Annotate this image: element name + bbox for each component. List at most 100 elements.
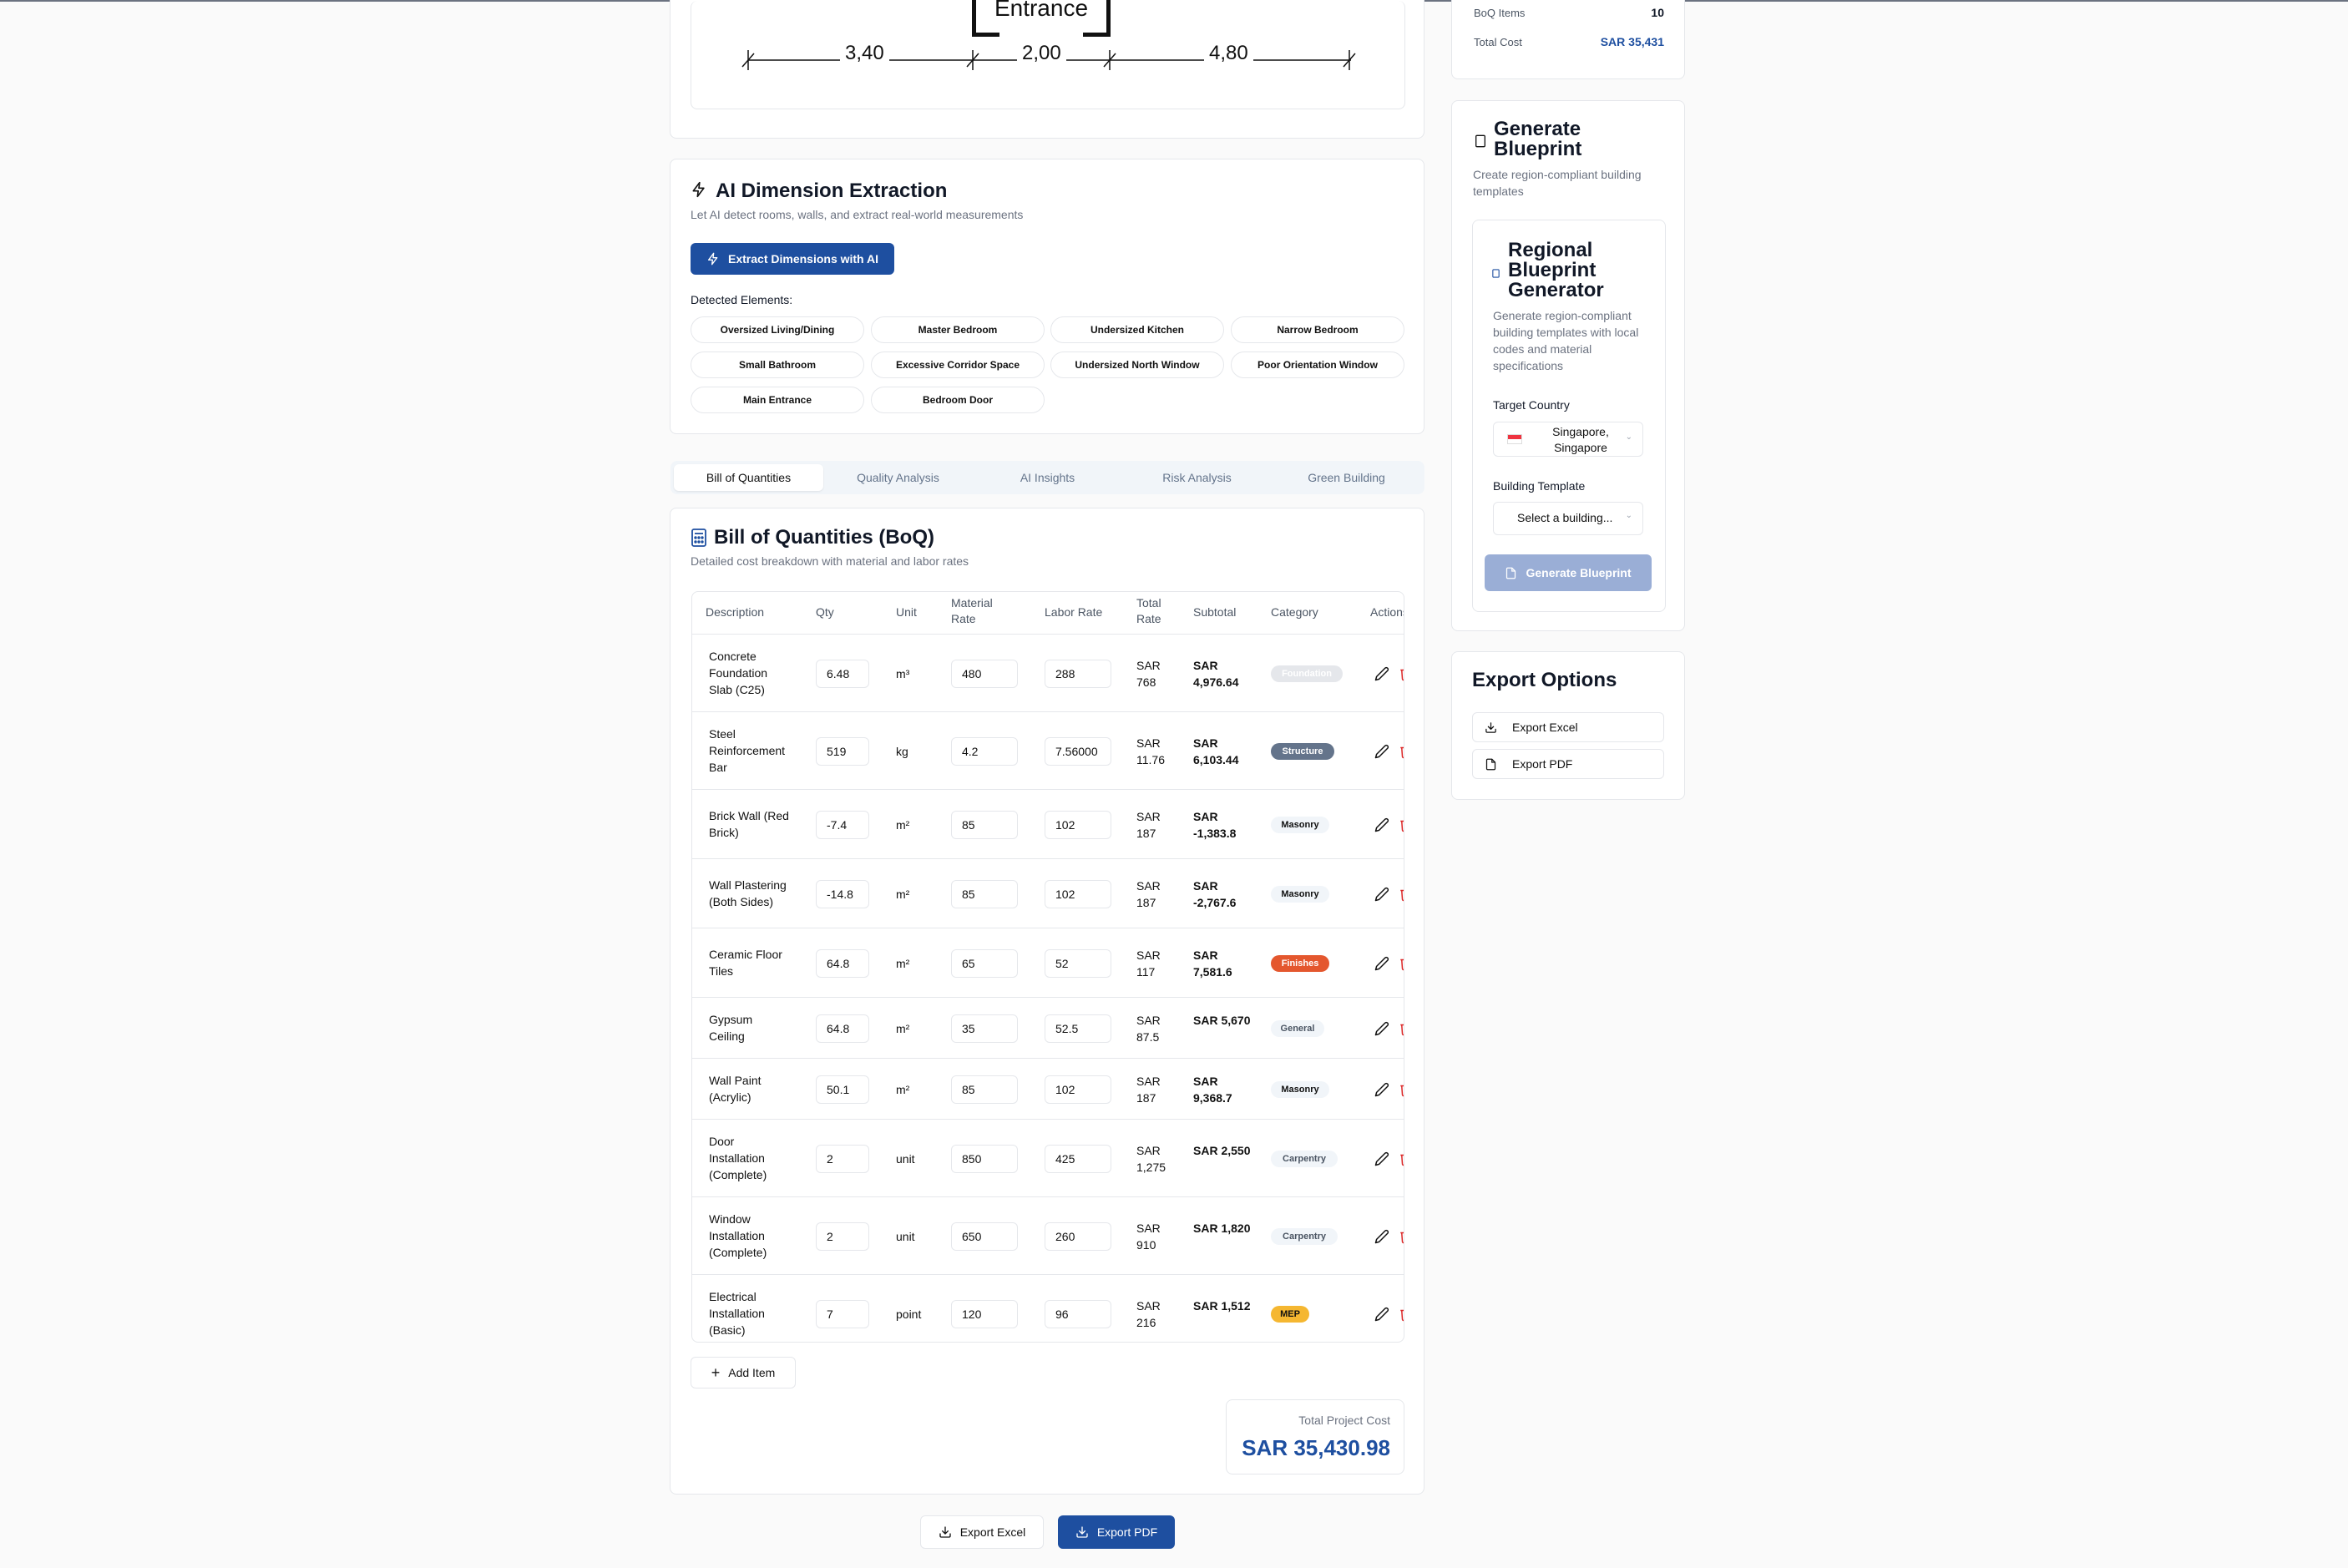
labor-rate-input[interactable]: 288 [1045,659,1111,688]
delete-icon[interactable] [1399,887,1404,902]
tab-green-building[interactable]: Green Building [1272,464,1421,491]
delete-icon[interactable] [1399,1307,1404,1322]
detected-element-chip[interactable]: Undersized North Window [1050,352,1224,378]
ai-extraction-subtitle: Let AI detect rooms, walls, and extract … [691,208,1024,221]
generate-blueprint-label: Generate Blueprint [1526,566,1632,579]
tab-ai-insights[interactable]: AI Insights [973,464,1122,491]
material-rate-input[interactable]: 480 [951,659,1018,688]
labor-rate-input[interactable]: 52.5 [1045,1014,1111,1043]
edit-icon[interactable] [1374,666,1389,681]
extract-dimensions-button[interactable]: Extract Dimensions with AI [691,243,894,275]
detected-element-chip[interactable]: Main Entrance [691,387,864,413]
material-rate-input[interactable]: 85 [951,1075,1018,1104]
detected-element-chip[interactable]: Excessive Corridor Space [871,352,1045,378]
labor-rate-input[interactable]: 7.56000 [1045,736,1111,766]
delete-icon[interactable] [1399,1082,1404,1097]
labor-rate-input[interactable]: 102 [1045,879,1111,908]
row-total-rate: SAR 187 [1136,878,1161,909]
generate-blueprint-title: Generate Blueprint [1494,118,1582,160]
material-rate-input[interactable]: 650 [951,1222,1018,1251]
row-unit: unit [896,1151,915,1166]
export-excel-button[interactable]: Export Excel [920,1515,1044,1549]
qty-input[interactable]: 519 [816,736,869,766]
detected-element-chip[interactable]: Narrow Bedroom [1231,316,1404,343]
detected-element-chip[interactable]: Oversized Living/Dining [691,316,864,343]
edit-icon[interactable] [1374,1082,1389,1097]
delete-icon[interactable] [1399,666,1404,681]
edit-icon[interactable] [1374,1229,1389,1244]
building-template-select[interactable]: Select a building... ⌄ [1493,502,1643,535]
sparkle-icon [692,181,705,198]
country-select-value: Singapore, Singapore [1552,425,1609,454]
qty-input[interactable]: 50.1 [816,1075,869,1104]
row-subtotal: SAR 5,670 [1193,1013,1251,1027]
material-rate-input[interactable]: 65 [951,948,1018,978]
sidebar-export-excel-button[interactable]: Export Excel [1472,712,1664,742]
edit-icon[interactable] [1374,1151,1389,1166]
edit-icon[interactable] [1374,1307,1389,1322]
qty-input[interactable]: 6.48 [816,659,869,688]
material-rate-input[interactable]: 120 [951,1299,1018,1328]
delete-icon[interactable] [1399,1151,1404,1166]
row-subtotal: SAR 1,512 [1193,1298,1251,1313]
edit-icon[interactable] [1374,1021,1389,1036]
category-badge: Finishes [1271,954,1329,972]
column-header: Actions [1370,605,1404,619]
labor-rate-input[interactable]: 52 [1045,948,1111,978]
delete-icon[interactable] [1399,1229,1404,1244]
qty-input[interactable]: 2 [816,1144,869,1173]
labor-rate-input[interactable]: 425 [1045,1144,1111,1173]
detected-element-chip[interactable]: Poor Orientation Window [1231,352,1404,378]
row-subtotal: SAR -2,767.6 [1193,878,1237,909]
sidebar-export-pdf-button[interactable]: Export PDF [1472,749,1664,779]
row-description: Window Installation (Complete) [709,1211,767,1259]
qty-input[interactable]: 2 [816,1222,869,1251]
delete-icon[interactable] [1399,1021,1404,1036]
chevron-down-icon: ⌄ [1625,511,1632,520]
labor-rate-input[interactable]: 102 [1045,1075,1111,1104]
edit-icon[interactable] [1374,744,1389,759]
qty-input[interactable]: 64.8 [816,1014,869,1043]
qty-input[interactable]: 7 [816,1299,869,1328]
delete-icon[interactable] [1399,817,1404,832]
total-cost-value: SAR 35,430.98 [1242,1435,1390,1460]
tab-quality-analysis[interactable]: Quality Analysis [823,464,973,491]
export-pdf-button[interactable]: Export PDF [1058,1515,1175,1549]
edit-icon[interactable] [1374,887,1389,902]
material-rate-input[interactable]: 85 [951,879,1018,908]
boq-table: Description Qty Unit Material Rate Labor… [691,591,1404,1343]
material-rate-input[interactable]: 85 [951,810,1018,839]
column-header: Unit [896,605,917,619]
generate-blueprint-card: Generate Blueprint Create region-complia… [1451,100,1685,631]
country-select[interactable]: Singapore, Singapore ⌄ [1493,422,1643,457]
delete-icon[interactable] [1399,744,1404,759]
add-item-button[interactable]: + Add Item [691,1357,796,1388]
qty-input[interactable]: -14.8 [816,879,869,908]
material-rate-input[interactable]: 4.2 [951,736,1018,766]
detected-element-chip[interactable]: Master Bedroom [871,316,1045,343]
labor-rate-input[interactable]: 96 [1045,1299,1111,1328]
delete-icon[interactable] [1399,956,1404,971]
row-unit: m² [896,1082,910,1096]
qty-input[interactable]: 64.8 [816,948,869,978]
tab-bill-of-quantities[interactable]: Bill of Quantities [674,464,823,491]
generate-blueprint-button[interactable]: Generate Blueprint [1485,554,1652,591]
material-rate-input[interactable]: 850 [951,1144,1018,1173]
edit-icon[interactable] [1374,817,1389,832]
row-description: Wall Plastering (Both Sides) [709,878,787,908]
detected-element-chip[interactable]: Bedroom Door [871,387,1045,413]
labor-rate-input[interactable]: 260 [1045,1222,1111,1251]
edit-icon[interactable] [1374,956,1389,971]
building-template-label: Building Template [1493,479,1586,493]
labor-rate-input[interactable]: 102 [1045,810,1111,839]
material-rate-input[interactable]: 35 [951,1014,1018,1043]
detected-element-chip[interactable]: Small Bathroom [691,352,864,378]
tab-risk-analysis[interactable]: Risk Analysis [1122,464,1272,491]
category-badge: Masonry [1271,885,1329,903]
category-badge: Masonry [1271,816,1329,833]
qty-input[interactable]: -7.4 [816,810,869,839]
detected-element-chip[interactable]: Undersized Kitchen [1050,316,1224,343]
category-badge: Carpentry [1271,1227,1338,1245]
row-subtotal: SAR -1,383.8 [1193,809,1237,840]
plus-icon: + [711,1363,721,1381]
